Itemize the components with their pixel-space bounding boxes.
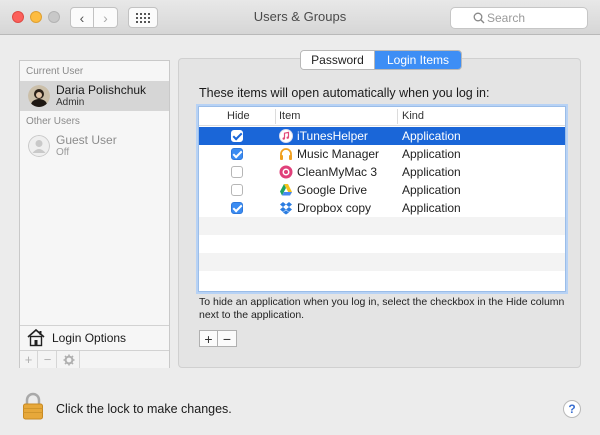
add-login-item-button[interactable]: +: [200, 331, 218, 347]
tab-password[interactable]: Password: [301, 51, 375, 69]
app-name: iTunesHelper: [297, 129, 368, 143]
add-remove-controls: + −: [199, 330, 237, 347]
login-options-label: Login Options: [52, 331, 127, 345]
user-list-toolbar: + −: [20, 350, 169, 368]
table-row[interactable]: Google Drive Application: [199, 181, 565, 199]
login-items-intro: These items will open automatically when…: [199, 86, 490, 100]
table-row[interactable]: iTunesHelper Application: [199, 127, 565, 145]
user-row-guest[interactable]: Guest User Off: [20, 131, 169, 161]
user-row-current[interactable]: Daria Polishchuk Admin: [20, 81, 169, 111]
remove-login-item-button[interactable]: −: [218, 331, 236, 347]
lock-message: Click the lock to make changes.: [56, 402, 232, 416]
headphones-icon: [280, 148, 292, 160]
search-icon: [473, 12, 485, 24]
app-name: Google Drive: [297, 183, 368, 197]
column-header-kind[interactable]: Kind: [402, 110, 424, 122]
login-options-item[interactable]: Login Options: [20, 325, 169, 350]
hide-checkbox[interactable]: [231, 130, 243, 142]
login-items-table[interactable]: Hide Item Kind iTunesHelper Application …: [198, 106, 566, 292]
app-name: Music Manager: [297, 147, 380, 161]
empty-row: [199, 217, 565, 235]
users-list: Current User Daria Polishchuk Admin Othe…: [19, 60, 170, 368]
hide-checkbox[interactable]: [231, 166, 243, 178]
tab-bar: Password Login Items: [300, 50, 462, 70]
app-kind: Application: [402, 165, 461, 179]
empty-row: [199, 235, 565, 253]
empty-row: [199, 253, 565, 271]
google-drive-icon: [280, 184, 292, 196]
house-icon: [27, 328, 45, 347]
current-user-label: Current User: [26, 66, 84, 77]
add-user-button[interactable]: +: [20, 351, 38, 368]
table-row[interactable]: Dropbox copy Application: [199, 199, 565, 217]
gear-icon: [63, 354, 74, 365]
dropbox-icon: [280, 202, 292, 215]
guest-user-name: Guest User: [56, 133, 117, 147]
guest-user-status: Off: [56, 147, 70, 158]
remove-user-button[interactable]: −: [39, 351, 57, 368]
column-header-hide[interactable]: Hide: [227, 110, 250, 122]
app-name: CleanMyMac 3: [297, 165, 378, 179]
hide-checkbox[interactable]: [231, 184, 243, 196]
help-button[interactable]: ?: [563, 400, 581, 418]
hide-hint-text: To hide an application when you log in, …: [199, 296, 565, 321]
hide-checkbox[interactable]: [231, 202, 243, 214]
current-user-role: Admin: [56, 97, 85, 108]
column-header-item[interactable]: Item: [279, 110, 300, 122]
hide-checkbox[interactable]: [231, 148, 243, 160]
avatar: [28, 85, 50, 107]
table-row[interactable]: CleanMyMac 3 Application: [199, 163, 565, 181]
table-header: Hide Item Kind: [199, 107, 565, 126]
app-kind: Application: [402, 147, 461, 161]
itunes-icon: [279, 129, 293, 143]
app-name: Dropbox copy: [297, 201, 372, 215]
user-actions-button[interactable]: [58, 351, 80, 368]
search-placeholder: Search: [487, 11, 526, 25]
cleanmymac-icon: [279, 165, 293, 179]
column-divider: [275, 109, 276, 124]
lock-icon[interactable]: [22, 392, 44, 420]
app-kind: Application: [402, 129, 461, 143]
current-user-name: Daria Polishchuk: [56, 83, 147, 97]
title-bar: ‹ › Users & Groups Search: [0, 0, 600, 35]
search-input[interactable]: Search: [450, 7, 588, 29]
empty-row: [199, 271, 565, 289]
guest-avatar-icon: [28, 135, 50, 157]
app-kind: Application: [402, 183, 461, 197]
tab-login-items[interactable]: Login Items: [375, 51, 461, 69]
column-divider: [397, 109, 398, 124]
app-kind: Application: [402, 201, 461, 215]
table-row[interactable]: Music Manager Application: [199, 145, 565, 163]
other-users-label: Other Users: [26, 116, 80, 127]
